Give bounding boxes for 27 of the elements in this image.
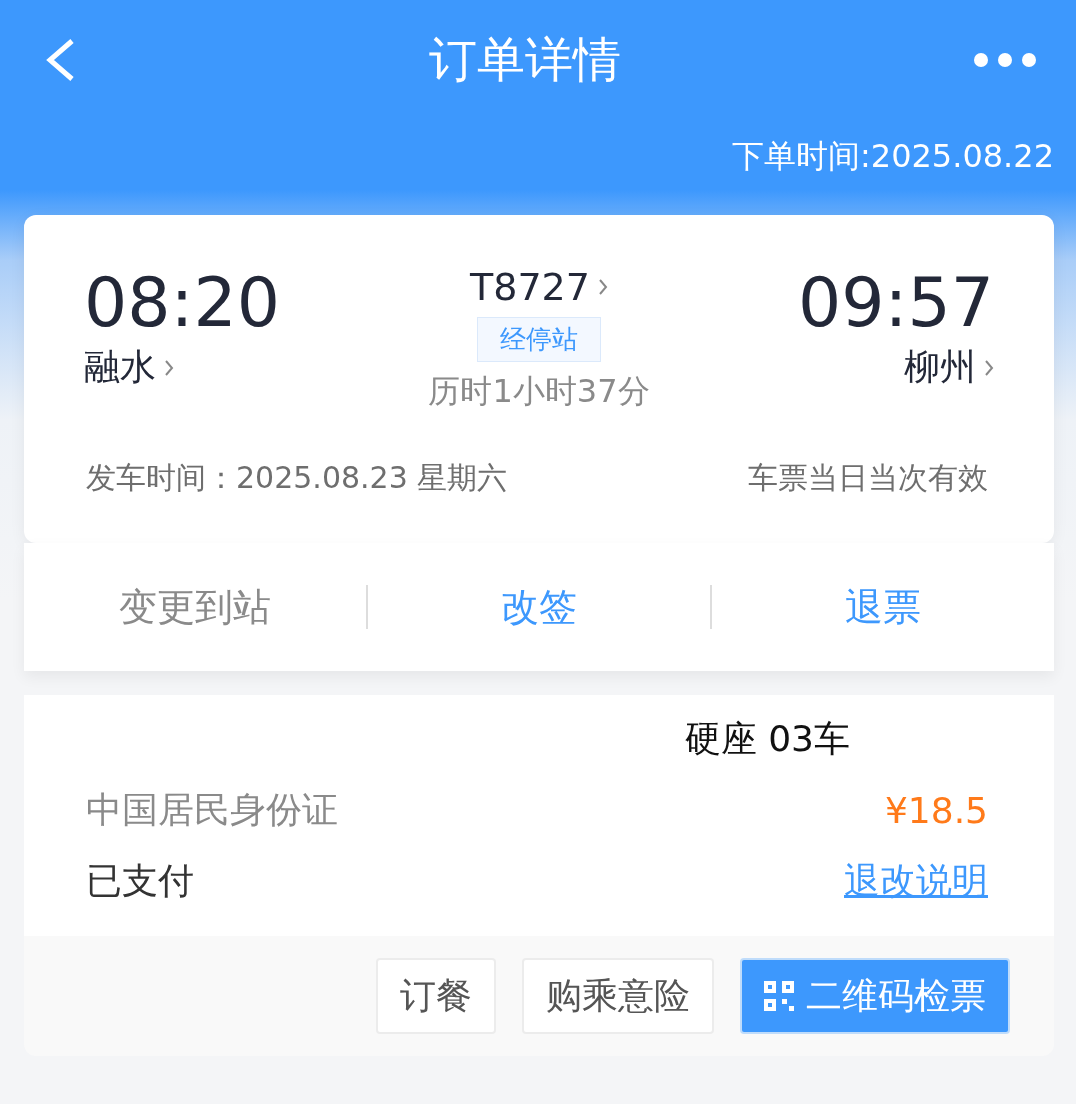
departure-station[interactable]: 融水 <box>84 343 174 392</box>
order-time: 下单时间:2025.08.22 <box>732 137 1054 175</box>
qr-check-button[interactable]: 二维码检票 <box>740 958 1010 1034</box>
departure-time: 08:20 <box>84 263 280 343</box>
validity-note: 车票当日当次有效 <box>748 459 988 497</box>
payment-status: 已支付 <box>86 859 194 903</box>
duration: 历时1小时37分 <box>428 371 650 412</box>
id-type: 中国居民身份证 <box>86 788 338 832</box>
action-button[interactable]: 改签 <box>368 580 710 634</box>
train-number[interactable]: T8727 <box>470 265 608 309</box>
page-title: 订单详情 <box>429 30 621 89</box>
chevron-icon <box>984 358 994 377</box>
qr-code-icon <box>764 981 794 1011</box>
ticket-price: ¥18.5 <box>884 790 988 831</box>
stops-tag[interactable]: 经停站 <box>477 317 601 362</box>
more-icon[interactable] <box>974 53 1036 67</box>
action-button[interactable]: 退票 <box>712 580 1054 634</box>
chevron-icon <box>597 278 608 296</box>
arrival-time: 09:57 <box>798 263 994 343</box>
service-button[interactable]: 订餐 <box>376 958 496 1034</box>
seat-info: 硬座 03车 <box>684 717 850 761</box>
refund-rules-link[interactable]: 退改说明 <box>844 857 988 906</box>
chevron-icon <box>164 358 174 377</box>
departure-date: 发车时间：2025.08.23 星期六 <box>86 459 508 497</box>
back-icon[interactable] <box>44 38 76 82</box>
service-button[interactable]: 购乘意险 <box>522 958 714 1034</box>
arrival-station[interactable]: 柳州 <box>904 343 994 392</box>
